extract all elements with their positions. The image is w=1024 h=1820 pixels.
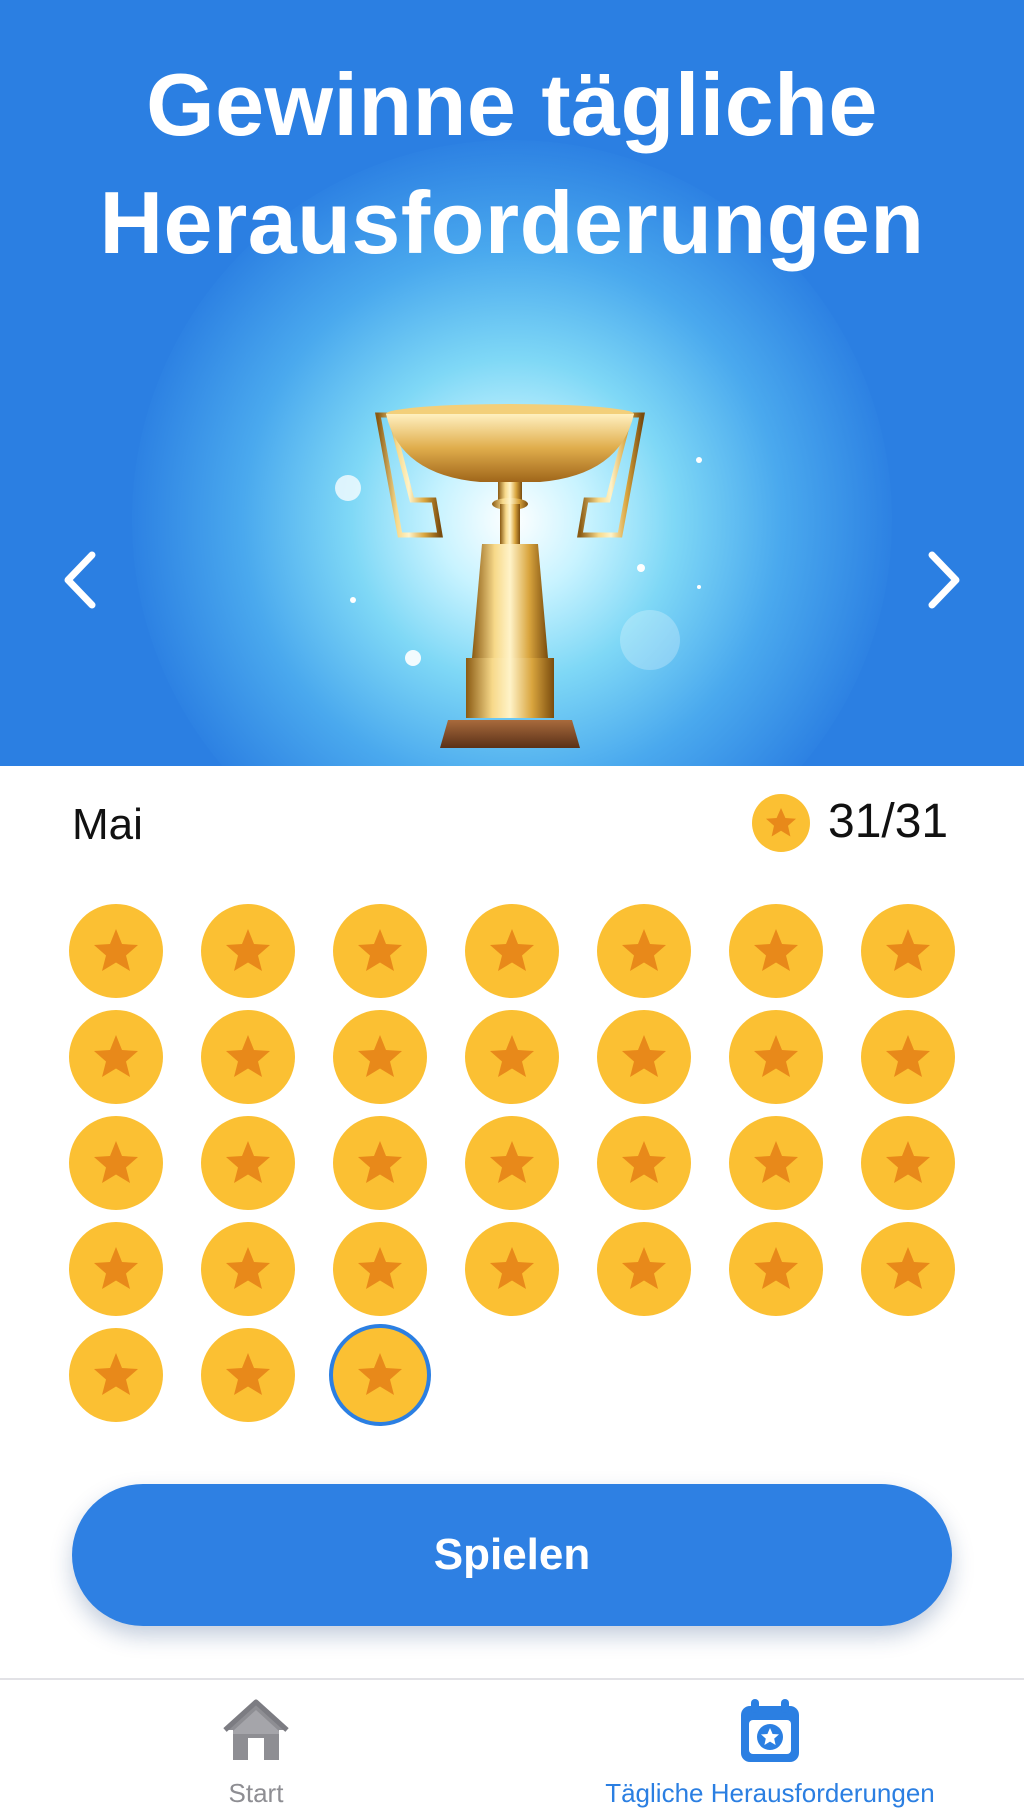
star-icon (622, 1141, 666, 1183)
day-coin[interactable] (333, 1010, 427, 1104)
star-icon (886, 1141, 930, 1183)
previous-month-button[interactable] (52, 545, 112, 615)
day-coin[interactable] (861, 1116, 955, 1210)
next-month-button[interactable] (912, 545, 972, 615)
day-coin[interactable] (201, 904, 295, 998)
chevron-right-icon (928, 551, 960, 609)
month-header: Mai 31/31 (0, 790, 1024, 860)
day-coin[interactable] (597, 1116, 691, 1210)
star-coin-icon (752, 794, 810, 852)
star-icon (226, 1035, 270, 1077)
star-icon (94, 929, 138, 971)
star-icon (358, 1035, 402, 1077)
star-icon (490, 1247, 534, 1289)
star-icon (622, 1035, 666, 1077)
sparkle (335, 475, 361, 501)
star-icon (358, 1247, 402, 1289)
day-coin[interactable] (69, 1222, 163, 1316)
day-coin[interactable] (465, 1010, 559, 1104)
day-coin[interactable] (201, 1010, 295, 1104)
day-coin[interactable] (333, 1328, 427, 1422)
chevron-left-icon (64, 551, 96, 609)
day-coin[interactable] (201, 1116, 295, 1210)
star-icon (94, 1035, 138, 1077)
star-icon (490, 1141, 534, 1183)
day-coin[interactable] (333, 1116, 427, 1210)
star-icon (226, 1141, 270, 1183)
calendar-star-icon (741, 1699, 799, 1762)
play-button[interactable]: Spielen (72, 1484, 952, 1626)
star-icon (358, 1141, 402, 1183)
star-icon (94, 1247, 138, 1289)
page-title-line-1: Gewinne tägliche (146, 55, 878, 154)
day-coin[interactable] (861, 1010, 955, 1104)
star-icon (754, 929, 798, 971)
star-icon (358, 929, 402, 971)
sparkle (350, 597, 356, 603)
star-icon (754, 1247, 798, 1289)
tab-bar: Start Tägliche Herausforderungen (0, 1678, 1024, 1820)
trophy-icon (375, 404, 645, 748)
tab-daily-challenges-label: Tägliche Herausforderungen (605, 1778, 935, 1808)
sparkle (696, 457, 702, 463)
star-icon (490, 1035, 534, 1077)
tab-start[interactable]: Start (176, 1680, 336, 1820)
sparkle (697, 585, 701, 589)
day-grid (69, 904, 959, 1422)
star-icon (622, 1247, 666, 1289)
star-icon (490, 929, 534, 971)
tab-start-label: Start (228, 1778, 284, 1808)
day-coin[interactable] (333, 1222, 427, 1316)
day-coin[interactable] (465, 904, 559, 998)
day-coin[interactable] (465, 1116, 559, 1210)
star-icon (622, 929, 666, 971)
star-icon (94, 1353, 138, 1395)
completion-score: 31/31 (828, 795, 949, 848)
day-coin[interactable] (729, 1010, 823, 1104)
day-coin[interactable] (729, 1116, 823, 1210)
month-label: Mai (72, 800, 143, 849)
star-icon (358, 1353, 402, 1395)
hero-banner: Gewinne tägliche Herausforderungen (0, 0, 1024, 766)
day-coin[interactable] (69, 1328, 163, 1422)
day-coin[interactable] (69, 1116, 163, 1210)
day-coin[interactable] (201, 1222, 295, 1316)
star-icon (226, 929, 270, 971)
star-icon (754, 1141, 798, 1183)
star-icon (754, 1035, 798, 1077)
day-coin[interactable] (861, 904, 955, 998)
star-icon (226, 1353, 270, 1395)
day-coin[interactable] (861, 1222, 955, 1316)
day-coin[interactable] (729, 904, 823, 998)
day-coin[interactable] (729, 1222, 823, 1316)
day-coin[interactable] (597, 1010, 691, 1104)
page-title: Gewinne tägliche Herausforderungen (0, 46, 1024, 282)
day-coin[interactable] (201, 1328, 295, 1422)
star-icon (886, 1035, 930, 1077)
star-icon (886, 1247, 930, 1289)
home-icon (223, 1699, 289, 1760)
day-coin[interactable] (597, 904, 691, 998)
star-icon (94, 1141, 138, 1183)
day-coin[interactable] (465, 1222, 559, 1316)
tab-daily-challenges[interactable]: Tägliche Herausforderungen (560, 1680, 980, 1820)
day-coin[interactable] (333, 904, 427, 998)
day-coin[interactable] (597, 1222, 691, 1316)
star-icon (886, 929, 930, 971)
star-icon (226, 1247, 270, 1289)
day-coin[interactable] (69, 1010, 163, 1104)
day-coin[interactable] (69, 904, 163, 998)
page-title-line-2: Herausforderungen (99, 173, 925, 272)
